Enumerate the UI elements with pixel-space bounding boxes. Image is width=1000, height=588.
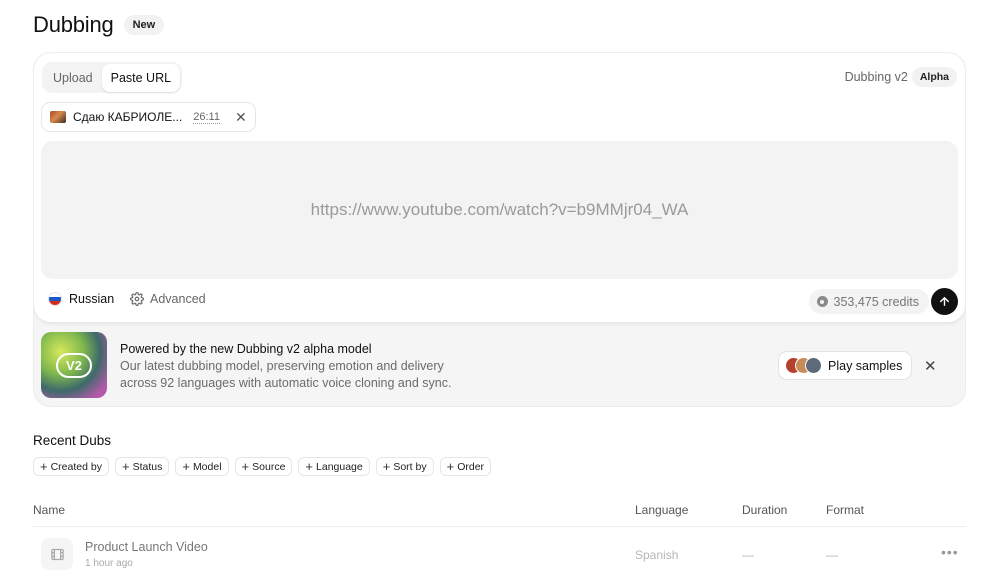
sample-avatars: [785, 357, 822, 374]
input-panel: Upload Paste URL Dubbing v2 Alpha Сдаю К…: [34, 53, 965, 322]
column-header-language[interactable]: Language: [635, 503, 688, 517]
dub-duration: —: [742, 548, 754, 562]
source-tabs: Upload Paste URL: [42, 62, 183, 93]
column-header-name[interactable]: Name: [33, 503, 65, 517]
play-samples-button[interactable]: Play samples: [778, 351, 913, 380]
url-input[interactable]: [41, 200, 958, 220]
plus-icon: +: [121, 459, 130, 474]
plus-icon: +: [305, 459, 314, 474]
filter-order[interactable]: + Order: [439, 457, 492, 476]
page-title: Dubbing: [33, 12, 114, 37]
filter-language[interactable]: + Language: [298, 457, 370, 476]
v2-label: V2: [56, 352, 92, 378]
dub-format: —: [826, 548, 838, 562]
column-header-format[interactable]: Format: [826, 503, 864, 517]
model-version[interactable]: Dubbing v2 Alpha: [845, 67, 957, 87]
url-field-area[interactable]: [41, 141, 958, 279]
advanced-label: Advanced: [150, 292, 206, 306]
arrow-up-icon: [940, 297, 949, 306]
filter-bar: + Created by + Status + Model + Source + Lang…: [33, 457, 492, 476]
dub-time: 1 hour ago: [85, 558, 133, 569]
filter-model[interactable]: + Model: [175, 457, 229, 476]
video-title: Сдаю КАБРИОЛЕ...: [73, 110, 183, 124]
plus-icon: +: [40, 459, 48, 474]
russia-flag-icon: [48, 292, 62, 306]
recent-dubs-title: Recent Dubs: [33, 433, 112, 448]
filter-created-by[interactable]: + Created by: [33, 457, 109, 476]
advanced-button[interactable]: Advanced: [130, 292, 206, 306]
video-duration: 26:11: [193, 110, 220, 124]
language-label: Russian: [69, 292, 115, 306]
table-row[interactable]: Product Launch Video 1 hour ago Spanish …: [33, 532, 966, 574]
alpha-badge: Alpha: [911, 67, 957, 87]
new-badge: New: [123, 15, 165, 35]
avatar: [805, 357, 822, 374]
plus-icon: +: [182, 459, 190, 474]
video-chip: Сдаю КАБРИОЛЕ... 26:11 ✕: [41, 102, 256, 132]
tab-upload[interactable]: Upload: [44, 64, 102, 92]
promo-close-icon[interactable]: ✕: [924, 357, 937, 375]
version-label: Dubbing v2: [844, 70, 908, 84]
remove-video-close-icon[interactable]: ✕: [235, 109, 247, 126]
dub-name: Product Launch Video: [85, 540, 208, 554]
credits-display: 353,475 credits: [808, 289, 929, 314]
film-icon: [41, 538, 73, 570]
filter-status[interactable]: + Status: [114, 457, 170, 476]
filter-sort-by[interactable]: + Sort by: [375, 457, 434, 476]
more-options-icon[interactable]: •••: [941, 544, 959, 560]
language-selector[interactable]: Russian: [48, 292, 114, 306]
credits-label: 353,475 credits: [833, 294, 919, 309]
plus-icon: +: [446, 459, 455, 474]
v2-promo-thumbnail: V2: [41, 332, 107, 398]
promo-title: Powered by the new Dubbing v2 alpha mode…: [120, 342, 372, 356]
column-header-duration[interactable]: Duration: [742, 503, 787, 517]
dubbing-card: Upload Paste URL Dubbing v2 Alpha Сдаю К…: [33, 52, 966, 407]
title-row: Dubbing New: [33, 12, 165, 38]
dub-language: Spanish: [635, 548, 679, 562]
plus-icon: +: [241, 459, 250, 474]
video-thumbnail: [50, 111, 66, 123]
credits-coin-icon: [816, 296, 828, 307]
submit-button[interactable]: [931, 288, 958, 315]
table-header: Name Language Duration Format: [33, 503, 966, 527]
play-samples-label: Play samples: [828, 358, 903, 373]
plus-icon: +: [382, 459, 391, 474]
filter-source[interactable]: + Source: [234, 457, 293, 476]
gear-icon: [130, 292, 144, 306]
promo-description: Our latest dubbing model, preserving emo…: [120, 359, 452, 390]
tab-paste-url[interactable]: Paste URL: [101, 63, 181, 92]
